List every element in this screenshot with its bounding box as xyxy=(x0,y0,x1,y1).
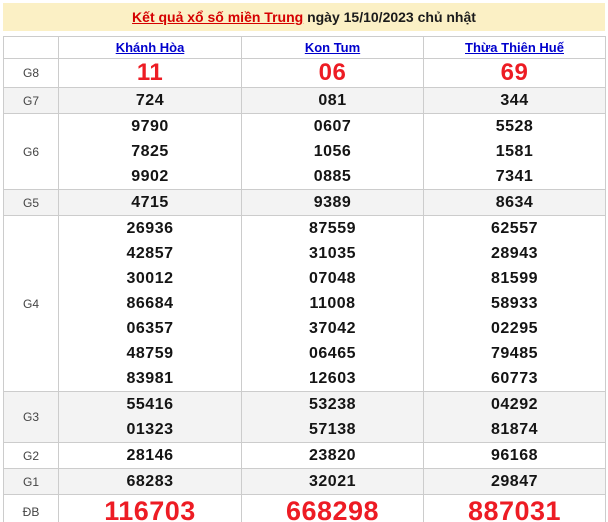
g6-result: 0885 xyxy=(242,164,424,190)
g4-result: 07048 xyxy=(242,266,424,291)
g1-result: 32021 xyxy=(242,469,424,495)
g7-result: 344 xyxy=(424,88,606,114)
g1-result: 68283 xyxy=(59,469,242,495)
prize-label-db: ĐB xyxy=(4,495,59,522)
g4-result: 06465 xyxy=(242,341,424,366)
g6-result: 9902 xyxy=(59,164,242,190)
g4-result: 83981 xyxy=(59,366,242,392)
title-bar: Kết quả xổ số miền Trung ngày 15/10/2023… xyxy=(3,3,605,31)
g4-result: 30012 xyxy=(59,266,242,291)
g4-result: 06357 xyxy=(59,316,242,341)
title-link[interactable]: Kết quả xổ số miền Trung xyxy=(132,9,303,25)
province-header: Khánh Hòa xyxy=(59,37,242,59)
row-g1: G1 68283 32021 29847 xyxy=(4,469,606,495)
prize-label-g4: G4 xyxy=(4,216,59,392)
g8-result: 11 xyxy=(59,59,242,88)
g4-result: 11008 xyxy=(242,291,424,316)
row-g7: G7 724 081 344 xyxy=(4,88,606,114)
row-g4: 30012 07048 81599 xyxy=(4,266,606,291)
g7-result: 081 xyxy=(242,88,424,114)
row-g3: 01323 57138 81874 xyxy=(4,417,606,443)
db-result: 116703 xyxy=(59,495,242,522)
db-result: 668298 xyxy=(242,495,424,522)
row-g4: 83981 12603 60773 xyxy=(4,366,606,392)
g4-result: 86684 xyxy=(59,291,242,316)
row-g3: G3 55416 53238 04292 xyxy=(4,392,606,418)
g6-result: 0607 xyxy=(242,114,424,140)
g3-result: 53238 xyxy=(242,392,424,418)
g2-result: 96168 xyxy=(424,443,606,469)
g6-result: 1056 xyxy=(242,139,424,164)
g7-result: 724 xyxy=(59,88,242,114)
g6-result: 1581 xyxy=(424,139,606,164)
row-g4: 48759 06465 79485 xyxy=(4,341,606,366)
g5-result: 9389 xyxy=(242,190,424,216)
row-g4: 86684 11008 58933 xyxy=(4,291,606,316)
g3-result: 81874 xyxy=(424,417,606,443)
g4-result: 79485 xyxy=(424,341,606,366)
corner-cell xyxy=(4,37,59,59)
g4-result: 26936 xyxy=(59,216,242,242)
province-link-kon-tum[interactable]: Kon Tum xyxy=(305,40,360,55)
table-header-row: Khánh Hòa Kon Tum Thừa Thiên Huế xyxy=(4,37,606,59)
g3-result: 57138 xyxy=(242,417,424,443)
g5-result: 8634 xyxy=(424,190,606,216)
g4-result: 02295 xyxy=(424,316,606,341)
g4-result: 81599 xyxy=(424,266,606,291)
row-g6: 9902 0885 7341 xyxy=(4,164,606,190)
g6-result: 5528 xyxy=(424,114,606,140)
g4-result: 60773 xyxy=(424,366,606,392)
g5-result: 4715 xyxy=(59,190,242,216)
g4-result: 87559 xyxy=(242,216,424,242)
g8-result: 69 xyxy=(424,59,606,88)
g4-result: 48759 xyxy=(59,341,242,366)
g4-result: 28943 xyxy=(424,241,606,266)
row-g4: 06357 37042 02295 xyxy=(4,316,606,341)
row-g2: G2 28146 23820 96168 xyxy=(4,443,606,469)
g3-result: 01323 xyxy=(59,417,242,443)
row-g6: G6 9790 0607 5528 xyxy=(4,114,606,140)
g6-result: 7825 xyxy=(59,139,242,164)
g1-result: 29847 xyxy=(424,469,606,495)
prize-label-g3: G3 xyxy=(4,392,59,443)
g2-result: 23820 xyxy=(242,443,424,469)
row-g4: 42857 31035 28943 xyxy=(4,241,606,266)
row-g5: G5 4715 9389 8634 xyxy=(4,190,606,216)
prize-label-g8: G8 xyxy=(4,59,59,88)
prize-label-g2: G2 xyxy=(4,443,59,469)
province-header: Kon Tum xyxy=(242,37,424,59)
prize-label-g6: G6 xyxy=(4,114,59,190)
results-table: Khánh Hòa Kon Tum Thừa Thiên Huế G8 11 0… xyxy=(3,36,606,522)
g4-result: 42857 xyxy=(59,241,242,266)
province-header: Thừa Thiên Huế xyxy=(424,37,606,59)
g6-result: 9790 xyxy=(59,114,242,140)
g4-result: 12603 xyxy=(242,366,424,392)
g2-result: 28146 xyxy=(59,443,242,469)
row-g8: G8 11 06 69 xyxy=(4,59,606,88)
g4-result: 31035 xyxy=(242,241,424,266)
page: Kết quả xổ số miền Trung ngày 15/10/2023… xyxy=(0,0,608,522)
province-link-thua-thien-hue[interactable]: Thừa Thiên Huế xyxy=(465,40,564,55)
row-db: ĐB 116703 668298 887031 xyxy=(4,495,606,522)
prize-label-g7: G7 xyxy=(4,88,59,114)
row-g4: G4 26936 87559 62557 xyxy=(4,216,606,242)
province-link-khanh-hoa[interactable]: Khánh Hòa xyxy=(116,40,185,55)
prize-label-g1: G1 xyxy=(4,469,59,495)
g6-result: 7341 xyxy=(424,164,606,190)
prize-label-g5: G5 xyxy=(4,190,59,216)
g3-result: 55416 xyxy=(59,392,242,418)
g4-result: 37042 xyxy=(242,316,424,341)
db-result: 887031 xyxy=(424,495,606,522)
row-g6: 7825 1056 1581 xyxy=(4,139,606,164)
g4-result: 58933 xyxy=(424,291,606,316)
title-date: ngày 15/10/2023 chủ nhật xyxy=(307,9,476,25)
g3-result: 04292 xyxy=(424,392,606,418)
g4-result: 62557 xyxy=(424,216,606,242)
g8-result: 06 xyxy=(242,59,424,88)
